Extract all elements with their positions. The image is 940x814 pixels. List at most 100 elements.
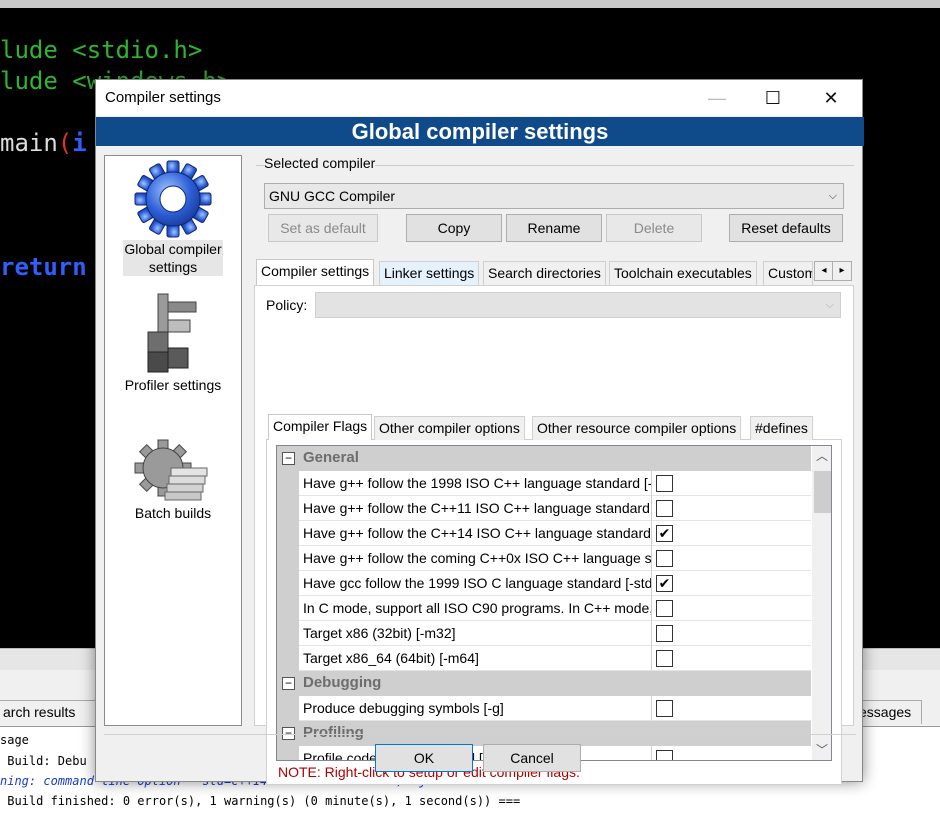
flag-row[interactable]: Have g++ follow the C++14 ISO C++ langua… <box>277 521 811 546</box>
log-build-target: Build: Debu <box>0 754 87 768</box>
gear-icon <box>134 160 212 238</box>
row-margin <box>277 471 299 496</box>
flag-checkbox[interactable] <box>656 650 673 667</box>
tab-other-compiler-options[interactable]: Other compiler options <box>374 416 525 440</box>
tab-search-results[interactable]: arch results <box>0 700 100 724</box>
flag-label: Target x86_64 (64bit) [-m64] <box>299 646 651 671</box>
flag-row[interactable]: Have g++ follow the 1998 ISO C++ languag… <box>277 471 811 496</box>
nav-label-global-compiler-line1: Global compiler <box>124 241 222 257</box>
nav-profiler-settings[interactable]: Profiler settings <box>105 292 241 394</box>
flag-row[interactable]: Produce debugging symbols [-g] <box>277 696 811 721</box>
flag-value-cell <box>651 646 811 671</box>
flag-checkbox[interactable] <box>656 475 673 492</box>
log-build-finished: Build finished: 0 error(s), 1 warning(s)… <box>0 794 521 808</box>
nav-label-batch-builds: Batch builds <box>134 505 212 521</box>
policy-label: Policy: <box>266 297 308 313</box>
flag-row[interactable]: Have g++ follow the coming C++0x ISO C++… <box>277 546 811 571</box>
compiler-settings-dialog: Compiler settings — ☐ ✕ Global compiler … <box>95 79 864 785</box>
flag-value-cell <box>651 546 811 571</box>
tab-compiler-flags[interactable]: Compiler Flags <box>268 414 373 440</box>
code-token: lude <stdio.h> <box>0 36 203 64</box>
flag-label: Produce debugging symbols [-g] <box>299 696 651 721</box>
code-token: main <box>0 129 58 157</box>
flag-label: In C mode, support all ISO C90 programs.… <box>299 596 651 621</box>
tab-scroll-right-button[interactable]: ▸ <box>832 261 852 281</box>
code-line-3: main(i <box>0 129 87 157</box>
tab-other-resource-compiler-options[interactable]: Other resource compiler options <box>532 416 742 440</box>
profiler-icon <box>147 293 197 373</box>
flag-checkbox[interactable] <box>656 600 673 617</box>
flag-row[interactable]: Target x86 (32bit) [-m32] <box>277 621 811 646</box>
compiler-select[interactable]: GNU GCC Compiler ⌵ <box>264 183 844 209</box>
nav-global-compiler-settings[interactable]: Global compiler settings <box>105 158 241 276</box>
flag-label: Have gcc follow the 1999 ISO C language … <box>299 571 651 596</box>
set-as-default-button[interactable]: Set as default <box>268 214 378 242</box>
row-margin <box>277 521 299 546</box>
dialog-title: Compiler settings <box>105 89 221 106</box>
row-margin <box>277 646 299 671</box>
collapse-icon[interactable]: − <box>282 452 295 465</box>
ok-button[interactable]: OK <box>375 744 473 772</box>
row-margin <box>277 621 299 646</box>
page-title-banner: Global compiler settings <box>96 117 864 146</box>
settings-nav: Global compiler settings Profiler settin… <box>104 155 242 726</box>
row-margin <box>277 571 299 596</box>
compiler-settings-pane: Selected compiler GNU GCC Compiler ⌵ Set… <box>254 155 856 785</box>
tab-defines[interactable]: #defines <box>750 416 813 440</box>
tab-search-directories[interactable]: Search directories <box>483 261 606 285</box>
row-margin <box>277 596 299 621</box>
flag-label: Have g++ follow the C++14 ISO C++ langua… <box>299 521 651 546</box>
flag-value-cell <box>651 696 811 721</box>
category-row[interactable]: − Debugging <box>277 671 811 696</box>
close-button[interactable]: ✕ <box>802 80 860 116</box>
nav-batch-builds[interactable]: Batch builds <box>105 438 241 522</box>
chevron-down-icon: ⌵ <box>828 190 837 202</box>
tab-compiler-settings[interactable]: Compiler settings <box>256 259 375 285</box>
rename-button[interactable]: Rename <box>506 214 602 242</box>
nav-label-profiler: Profiler settings <box>124 377 222 393</box>
category-row[interactable]: − General <box>277 446 811 471</box>
maximize-button[interactable]: ☐ <box>744 80 802 116</box>
tab-toolchain-executables[interactable]: Toolchain executables <box>609 261 757 285</box>
copy-button[interactable]: Copy <box>406 214 502 242</box>
minimize-button[interactable]: — <box>688 80 746 116</box>
flag-checkbox[interactable] <box>656 625 673 642</box>
title-bar[interactable]: Compiler settings — ☐ ✕ <box>96 80 862 116</box>
compiler-flags-grid[interactable]: − General Have g++ follow the 1998 ISO C++… <box>276 445 832 761</box>
category-label: Debugging <box>303 674 382 691</box>
grid-vertical-scrollbar[interactable]: ︿ ﹀ <box>812 446 831 760</box>
reset-defaults-button[interactable]: Reset defaults <box>729 214 843 242</box>
row-margin <box>277 746 299 760</box>
flag-label: Have g++ follow the C++11 ISO C++ langua… <box>299 496 651 521</box>
batch-builds-icon <box>134 439 208 501</box>
flag-checkbox[interactable]: ✔ <box>656 575 673 592</box>
scroll-down-icon[interactable]: ﹀ <box>812 740 831 760</box>
flag-checkbox[interactable] <box>656 700 673 717</box>
flag-row[interactable]: Target x86_64 (64bit) [-m64] <box>277 646 811 671</box>
footer-divider <box>104 734 856 735</box>
flag-label: Have g++ follow the 1998 ISO C++ languag… <box>299 471 651 496</box>
flag-value-cell <box>651 496 811 521</box>
cancel-button[interactable]: Cancel <box>483 744 581 772</box>
flag-row[interactable]: Have gcc follow the 1999 ISO C language … <box>277 571 811 596</box>
flag-row[interactable]: In C mode, support all ISO C90 programs.… <box>277 596 811 621</box>
flag-value-cell: ✔ <box>651 521 811 546</box>
flag-checkbox[interactable] <box>656 550 673 567</box>
code-token: i <box>72 129 87 157</box>
tab-linker-settings[interactable]: Linker settings <box>379 261 480 285</box>
flag-checkbox[interactable] <box>656 500 673 517</box>
category-label: Profiling <box>303 724 364 741</box>
flag-checkbox[interactable]: ✔ <box>656 525 673 542</box>
code-line-4: return <box>0 253 87 281</box>
delete-button[interactable]: Delete <box>606 214 702 242</box>
flag-checkbox[interactable] <box>656 750 673 760</box>
row-margin <box>277 496 299 521</box>
flag-row[interactable]: Have g++ follow the C++11 ISO C++ langua… <box>277 496 811 521</box>
tab-scroll-left-button[interactable]: ◂ <box>814 261 834 281</box>
scroll-thumb[interactable] <box>814 471 831 513</box>
collapse-icon[interactable]: − <box>282 677 295 690</box>
flag-label: Profile code when executed [-pg] <box>299 746 651 760</box>
scroll-up-icon[interactable]: ︿ <box>812 446 831 466</box>
policy-select[interactable]: ⌵ <box>315 292 841 318</box>
tab-custom[interactable]: Custom <box>763 261 813 285</box>
